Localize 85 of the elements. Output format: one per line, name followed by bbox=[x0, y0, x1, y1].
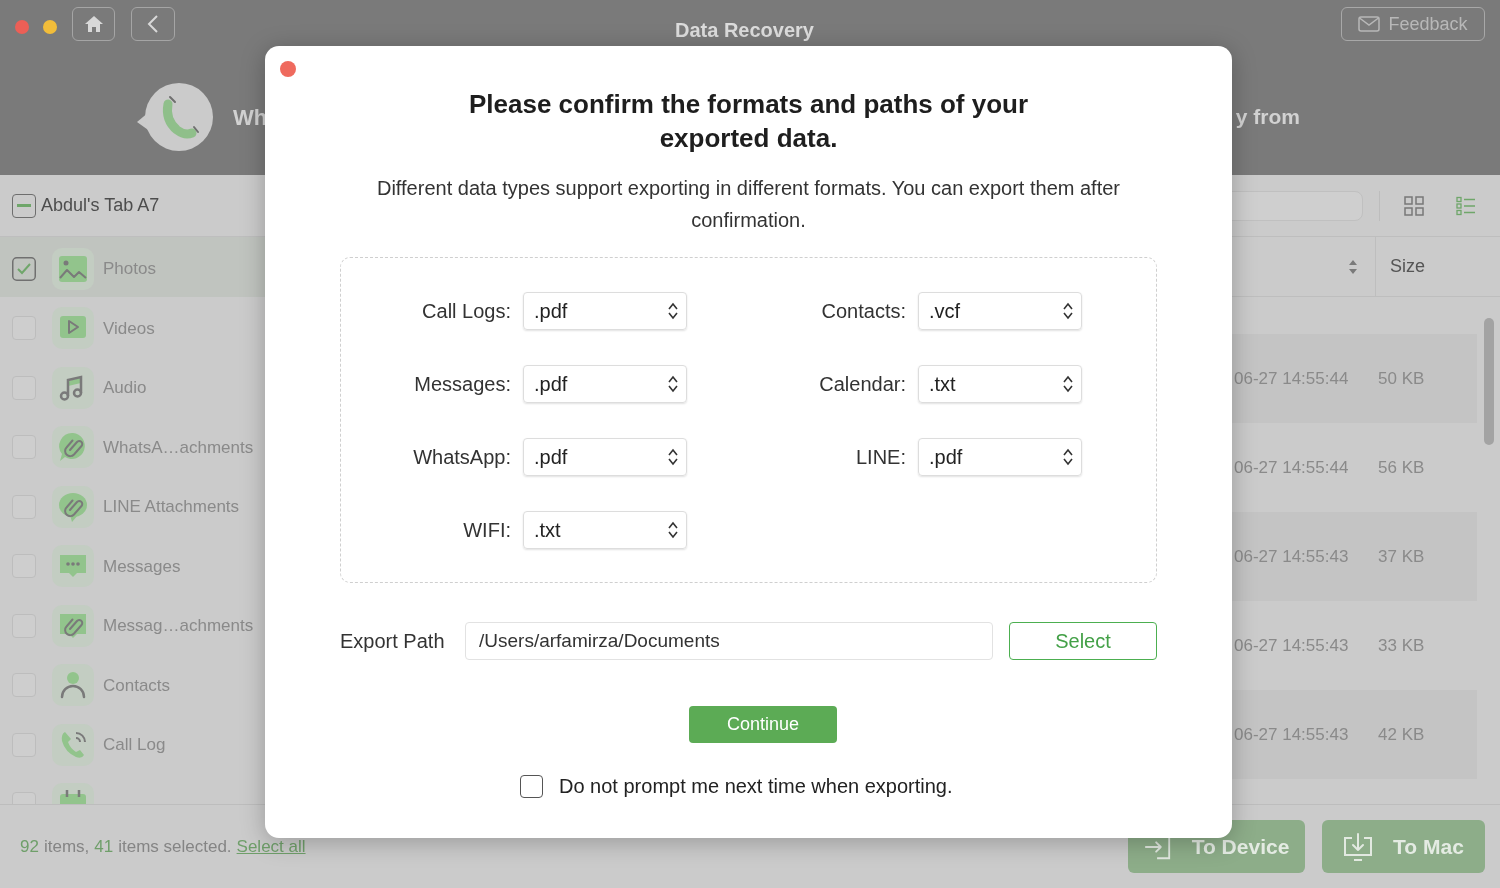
checkbox[interactable] bbox=[520, 774, 543, 798]
home-button[interactable] bbox=[72, 7, 115, 41]
music-note-icon bbox=[52, 366, 94, 409]
selected-count: 41 bbox=[94, 835, 114, 858]
back-button[interactable] bbox=[131, 7, 175, 41]
minimize-window-icon[interactable] bbox=[43, 20, 57, 34]
header-title: y from bbox=[1235, 104, 1300, 131]
close-window-icon[interactable] bbox=[15, 20, 29, 34]
checkbox-label: Do not prompt me next time when exporting. bbox=[559, 774, 953, 799]
up-down-chevron-icon bbox=[668, 521, 678, 539]
chat-bubble-dots-icon bbox=[52, 545, 94, 588]
table-cell: 06-27 14:55:44 bbox=[1234, 368, 1349, 388]
format-label: WhatsApp: bbox=[413, 445, 511, 470]
sort-icon[interactable] bbox=[1348, 258, 1358, 275]
format-select[interactable]: .txt bbox=[523, 511, 687, 549]
person-icon bbox=[52, 664, 94, 707]
format-label: WIFI: bbox=[463, 518, 511, 543]
scrollbar[interactable] bbox=[1484, 318, 1494, 445]
sidebar-item-label: Videos bbox=[103, 317, 155, 340]
item-count: 92 bbox=[20, 835, 39, 858]
sidebar-item-label: WhatsA…achments bbox=[103, 436, 254, 459]
table-cell: 06-27 14:55:43 bbox=[1234, 635, 1349, 655]
format-label: Contacts: bbox=[821, 299, 906, 324]
continue-button[interactable]: Continue bbox=[689, 706, 837, 743]
to-mac-button[interactable]: To Mac bbox=[1322, 820, 1485, 873]
window-title: Data Recovery bbox=[675, 18, 814, 42]
up-down-chevron-icon bbox=[1063, 448, 1073, 466]
sidebar-item-label: Contacts bbox=[103, 674, 171, 697]
format-select[interactable]: .txt bbox=[918, 365, 1082, 403]
format-select[interactable]: .pdf bbox=[523, 438, 687, 476]
status-text: items, bbox=[43, 835, 90, 858]
dialog-title: Please confirm the formats and paths of your exported data. bbox=[467, 88, 1030, 155]
status-text: items selected. bbox=[118, 835, 232, 858]
feedback-button[interactable]: Feedback bbox=[1341, 7, 1485, 41]
format-select[interactable]: .pdf bbox=[523, 292, 687, 330]
up-down-chevron-icon bbox=[1063, 375, 1073, 393]
column-header[interactable]: Size bbox=[1390, 256, 1425, 276]
phone-icon bbox=[52, 723, 94, 766]
checkbox[interactable] bbox=[12, 193, 36, 218]
chat-bubble-paperclip-icon bbox=[52, 604, 94, 647]
home-icon bbox=[83, 15, 104, 33]
sidebar-item-label: Photos bbox=[103, 258, 156, 280]
table-cell: 06-27 14:55:44 bbox=[1234, 457, 1349, 477]
up-down-chevron-icon bbox=[668, 448, 678, 466]
sidebar-item-label: Messages bbox=[103, 555, 181, 578]
list-view-icon[interactable] bbox=[1456, 195, 1476, 216]
table-cell: 06-27 14:55:43 bbox=[1234, 724, 1349, 744]
export-path-label: Export Path bbox=[340, 630, 445, 652]
envelope-icon bbox=[1358, 16, 1381, 32]
chat-bubble-paperclip-icon bbox=[52, 426, 94, 469]
chevron-left-icon bbox=[147, 14, 159, 34]
format-label: LINE: bbox=[855, 445, 906, 470]
phone-bubble-icon bbox=[137, 82, 213, 152]
up-down-chevron-icon bbox=[668, 302, 678, 320]
header-title: Wh bbox=[233, 103, 268, 132]
dialog-description: Different data types support exporting in different formats. You can export them after confirmation. bbox=[376, 176, 1121, 233]
image-icon bbox=[52, 247, 94, 290]
select-button[interactable]: Select bbox=[1009, 622, 1157, 660]
table-cell: 06-27 14:55:43 bbox=[1234, 546, 1349, 566]
grid-view-icon[interactable] bbox=[1404, 195, 1424, 216]
select-all-link[interactable]: Select all bbox=[236, 833, 306, 860]
sidebar-item-label: LINE Attachments bbox=[103, 496, 240, 518]
sidebar-item-label: Call Log bbox=[103, 734, 166, 756]
up-down-chevron-icon bbox=[668, 375, 678, 393]
format-select[interactable]: .vcf bbox=[918, 292, 1082, 330]
download-tray-icon bbox=[1343, 831, 1374, 862]
table-cell: 50 KB bbox=[1378, 368, 1425, 388]
format-label: Call Logs: bbox=[422, 299, 511, 324]
path-field[interactable]: /Users/arfamirza/Documents bbox=[465, 622, 993, 660]
device-name: Abdul's Tab A7 bbox=[41, 194, 160, 217]
close-icon[interactable] bbox=[280, 61, 296, 77]
table-cell: 42 KB bbox=[1378, 724, 1425, 744]
sidebar-item-label: Messag…achments bbox=[103, 615, 254, 637]
chat-bubble-paperclip-icon bbox=[52, 485, 94, 528]
format-select[interactable]: .pdf bbox=[523, 365, 687, 403]
format-label: Messages: bbox=[414, 372, 511, 397]
format-select[interactable]: .pdf bbox=[918, 438, 1082, 476]
table-cell: 37 KB bbox=[1378, 546, 1425, 566]
sidebar-item-label: Audio bbox=[103, 377, 147, 399]
format-label: Calendar: bbox=[819, 372, 906, 397]
table-cell: 56 KB bbox=[1378, 457, 1425, 477]
table-cell: 33 KB bbox=[1378, 635, 1425, 655]
up-down-chevron-icon bbox=[1063, 302, 1073, 320]
play-icon bbox=[52, 307, 94, 350]
checkbox[interactable] bbox=[12, 256, 36, 281]
